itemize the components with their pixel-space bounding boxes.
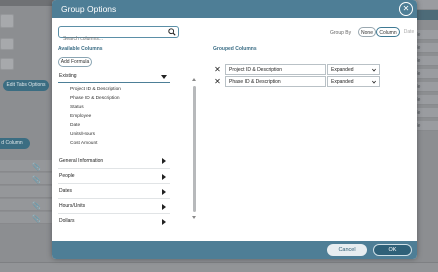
- dialog-header: Group Options ✕: [52, 0, 417, 18]
- remove-icon[interactable]: ✕: [213, 65, 222, 74]
- grouped-column-state-select[interactable]: Expanded: [327, 76, 380, 87]
- paperclip-icon: 📎: [32, 177, 41, 184]
- column-group-label: Dates: [59, 188, 73, 194]
- background-row: [0, 199, 52, 211]
- ok-button[interactable]: OK: [373, 244, 412, 256]
- available-columns-scrollbar[interactable]: [193, 86, 196, 212]
- chevron-right-icon: [162, 219, 166, 225]
- group-by-date-option[interactable]: Date: [402, 27, 416, 37]
- background-row: [0, 212, 52, 224]
- search-icon[interactable]: [168, 28, 176, 36]
- paperclip-icon: 📎: [32, 164, 41, 171]
- column-group-label: Hours/Units: [59, 203, 86, 209]
- column-group-dollars[interactable]: Dollars: [58, 214, 170, 229]
- cancel-button[interactable]: Cancel: [327, 244, 367, 256]
- grouped-column-name: Phase ID & Description: [225, 76, 326, 87]
- paperclip-icon: 📎: [32, 203, 41, 210]
- column-item[interactable]: Date: [58, 121, 170, 130]
- column-item[interactable]: Status: [58, 103, 170, 112]
- column-item[interactable]: Phase ID & Description: [58, 94, 170, 103]
- grouped-columns-title: Grouped Columns: [213, 46, 257, 52]
- chevron-down-icon: [161, 75, 167, 79]
- group-by-none-option[interactable]: None: [358, 27, 376, 37]
- grouped-column-state: Expanded: [331, 79, 354, 85]
- search-input[interactable]: [59, 34, 167, 44]
- add-formula-button[interactable]: Add Formula: [58, 57, 92, 67]
- grouped-column-state: Expanded: [331, 67, 354, 73]
- background-bottom-strip: [0, 262, 438, 272]
- column-group-general-information[interactable]: General Information: [58, 153, 170, 169]
- background-field: [0, 14, 14, 28]
- column-group-people[interactable]: People: [58, 169, 170, 184]
- close-icon[interactable]: ✕: [399, 2, 413, 16]
- column-item[interactable]: Project ID & Description: [58, 85, 170, 94]
- dialog-footer: Cancel OK: [52, 241, 417, 259]
- chevron-right-icon: [162, 204, 166, 210]
- search-box: [58, 26, 179, 44]
- existing-columns: Project ID & Description Phase ID & Desc…: [58, 83, 170, 153]
- background-row: [0, 173, 52, 185]
- column-group-label: General Information: [59, 158, 104, 164]
- scroll-down-arrow-icon[interactable]: [192, 216, 196, 219]
- column-item[interactable]: Units/Hours: [58, 130, 170, 139]
- background-field: [0, 38, 14, 50]
- scroll-up-arrow-icon[interactable]: [192, 78, 196, 81]
- remove-icon[interactable]: ✕: [213, 77, 222, 86]
- grouped-column-state-select[interactable]: Expanded: [327, 64, 380, 75]
- chevron-down-icon: [372, 80, 376, 84]
- dialog-title: Group Options: [61, 4, 117, 14]
- column-group-dates[interactable]: Dates: [58, 184, 170, 199]
- column-group-hours-units[interactable]: Hours/Units: [58, 199, 170, 214]
- background-field: [0, 58, 14, 70]
- background-row: [0, 160, 52, 172]
- column-group-label: People: [59, 173, 75, 179]
- column-group-label: Existing: [59, 73, 77, 79]
- chevron-right-icon: [162, 189, 166, 195]
- chevron-right-icon: [162, 158, 166, 164]
- group-by-label: Group By: [330, 30, 352, 36]
- column-item[interactable]: Employee: [58, 112, 170, 121]
- paperclip-icon: 📎: [32, 216, 41, 223]
- available-columns-title: Available Columns: [58, 46, 103, 52]
- edit-tabs-options-button: Edit Tabs Options: [3, 80, 49, 91]
- grouped-column-name: Project ID & Description: [225, 64, 326, 75]
- background-row: [0, 186, 52, 198]
- column-item[interactable]: Cost Amount: [58, 139, 170, 148]
- group-by-column-option[interactable]: Column: [376, 27, 400, 37]
- chevron-right-icon: [162, 174, 166, 180]
- column-group-existing[interactable]: Existing: [58, 70, 170, 83]
- column-group-label: Dollars: [59, 218, 75, 224]
- group-options-dialog: Group Options ✕ Group By None Column Dat…: [52, 0, 417, 259]
- add-column-button: d Column: [0, 138, 30, 149]
- available-columns-list: Existing Project ID & Description Phase …: [58, 70, 170, 229]
- chevron-down-icon: [372, 68, 376, 72]
